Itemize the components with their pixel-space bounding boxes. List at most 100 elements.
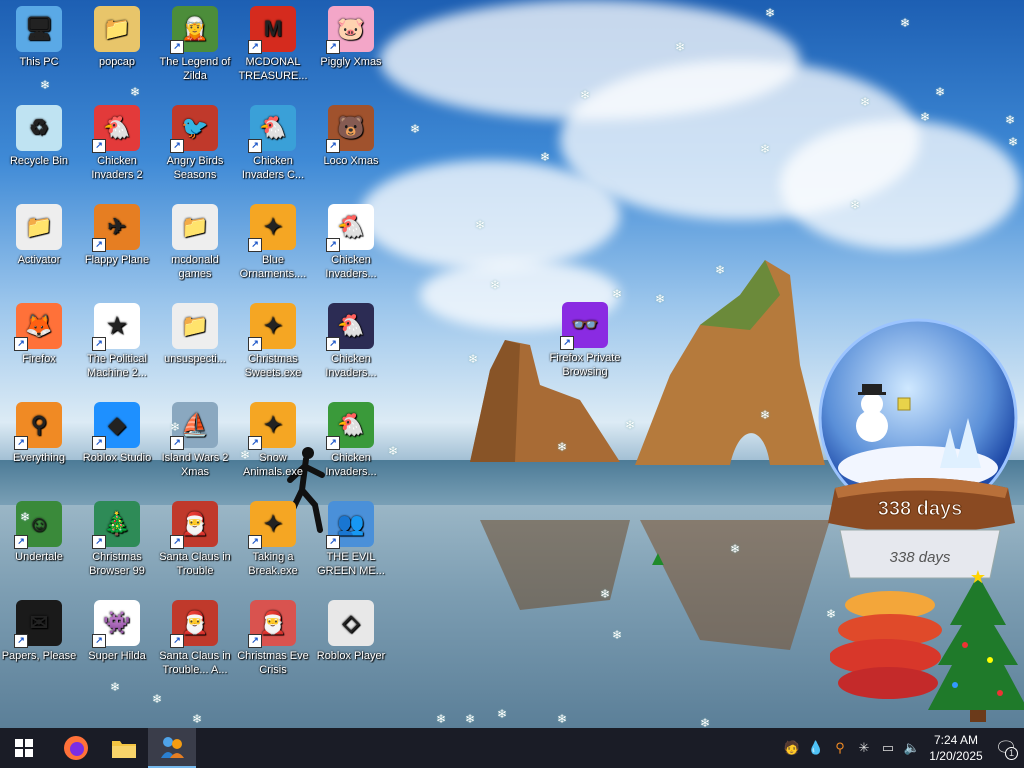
volume-muted-icon[interactable]: 🔈 [900, 728, 924, 768]
desktop-icon[interactable]: 📁 popcap [78, 0, 156, 96]
desktop-icon[interactable]: 👓 ↗ Firefox Private Browsing [546, 296, 624, 392]
desktop-icon[interactable]: ✉ ↗ Papers, Please [0, 594, 78, 690]
shortcut-arrow-icon: ↗ [326, 337, 340, 351]
shortcut-arrow-icon: ↗ [248, 337, 262, 351]
desktop-icon[interactable]: 🐦 ↗ Angry Birds Seasons [156, 99, 234, 195]
snowflake-icon: ❄ [612, 287, 623, 301]
snowflake-icon: ❄ [130, 85, 141, 99]
desktop-icon-label: unsuspecti... [164, 353, 226, 365]
desktop-icon-label: Roblox Studio [82, 452, 152, 464]
snowflake-icon: ❄ [40, 78, 51, 92]
notification-center-icon[interactable]: 🗨 1 [988, 728, 1024, 768]
tray-search-icon[interactable]: ⚲ [828, 728, 852, 768]
desktop-icon[interactable]: ⛵ ↗ Island Wars 2 Xmas [156, 396, 234, 492]
desktop-icon[interactable]: 📁 unsuspecti... [156, 297, 234, 393]
desktop-icon-label: Firefox [22, 353, 56, 365]
desktop[interactable]: 🖥 This PC 📁 popcap 🧝 ↗ The Legend of Zilda M ↗ MC… [0, 0, 1024, 728]
desktop-icon-label: Chicken Invaders 2 [91, 155, 143, 181]
cloud [360, 160, 620, 270]
desktop-icon[interactable]: ◇ Roblox Player [312, 594, 390, 690]
hilda-icon: 👾 ↗ [92, 600, 140, 648]
desktop-icon[interactable]: ✈ ↗ Flappy Plane [78, 198, 156, 294]
snowflake-icon: ❄ [192, 712, 203, 726]
desktop-icon[interactable]: 🐔 ↗ Chicken Invaders C... [234, 99, 312, 195]
tray-drop-icon[interactable]: 💧 [804, 728, 828, 768]
desktop-icon[interactable]: 🐔 ↗ Chicken Invaders 2 [78, 99, 156, 195]
firefox-private-icon: 👓 ↗ [560, 302, 608, 350]
desktop-icon[interactable]: 🐔 ↗ Chicken Invaders... [312, 297, 390, 393]
snowflake-icon: ❄ [468, 352, 479, 366]
shortcut-arrow-icon: ↗ [92, 634, 106, 648]
snowflake-icon: ❄ [465, 712, 476, 726]
rock-reflection [480, 520, 830, 650]
shortcut-arrow-icon: ↗ [326, 535, 340, 549]
desktop-icon[interactable]: ✦ ↗ Blue Ornaments.... [234, 198, 312, 294]
shortcut-arrow-icon: ↗ [14, 535, 28, 549]
desktop-icon[interactable]: M ↗ MCDONAL TREASURE... [234, 0, 312, 96]
desktop-icon-label: Christmas Browser 99 [89, 551, 145, 577]
desktop-icon-label: Firefox Private Browsing [549, 352, 621, 378]
snowflake-icon: ❄ [600, 587, 611, 601]
countdown-base-label: 338 days [890, 549, 951, 566]
desktop-icon[interactable]: ✦ ↗ Christmas Sweets.exe [234, 297, 312, 393]
desktop-icon[interactable]: 🐻 ↗ Loco Xmas [312, 99, 390, 195]
snowflake-icon: ❄ [826, 607, 837, 621]
desktop-icon[interactable]: 🐔 ↗ Chicken Invaders... [312, 198, 390, 294]
snowflake-icon: ❄ [920, 110, 931, 124]
tray-app-icon[interactable]: 🧑 [780, 728, 804, 768]
desktop-icon[interactable]: 🐷 ↗ Piggly Xmas [312, 0, 390, 96]
desktop-icon[interactable]: 🎅 ↗ Christmas Eve Crisis [234, 594, 312, 690]
snowflake-icon: ❄ [170, 420, 181, 434]
countdown-label: 338 days [878, 498, 963, 520]
political-icon: ★ ↗ [92, 303, 140, 351]
desktop-icon[interactable]: ✦ ↗ Snow Animals.exe [234, 396, 312, 492]
zilda-icon: 🧝 ↗ [170, 6, 218, 54]
desktop-icon[interactable]: 📁 mcdonald games [156, 198, 234, 294]
snowflake-icon: ❄ [410, 122, 421, 136]
chicken-icon: 🐔 ↗ [326, 402, 374, 450]
desktop-icon[interactable]: 🧝 ↗ The Legend of Zilda [156, 0, 234, 96]
snow-globe-widget[interactable]: 338 days 338 days [800, 318, 1024, 588]
desktop-icon[interactable]: 🎅 ↗ Santa Claus in Trouble... A... [156, 594, 234, 690]
desktop-icon-label: Roblox Player [316, 650, 386, 662]
desktop-icon-label: Recycle Bin [9, 155, 69, 167]
desktop-icon[interactable]: ☺ ↗ Undertale [0, 495, 78, 591]
snowflake-icon: ❄ [540, 150, 551, 164]
shortcut-arrow-icon: ↗ [170, 40, 184, 54]
firefox-icon [64, 736, 88, 760]
desktop-icon[interactable]: 👾 ↗ Super Hilda [78, 594, 156, 690]
start-button[interactable] [0, 728, 48, 768]
clock-date: 1/20/2025 [929, 749, 983, 763]
desktop-icon-label: Chicken Invaders... [325, 353, 377, 379]
santa-icon: 🎅 ↗ [248, 600, 296, 648]
windows-logo-icon [15, 739, 33, 757]
shortcut-arrow-icon: ↗ [248, 436, 262, 450]
desktop-icon[interactable]: 📁 Activator [0, 198, 78, 294]
desktop-icon[interactable]: 🐔 ↗ Chicken Invaders... [312, 396, 390, 492]
desktop-icon[interactable]: ★ ↗ The Political Machine 2... [78, 297, 156, 393]
desktop-icon[interactable]: ⚲ ↗ Everything [0, 396, 78, 492]
system-tray: 🧑 💧 ⚲ ✳ ▭ 🔈 7:24 AM 1/20/2025 🗨 1 [780, 728, 1024, 768]
snowflake-icon: ❄ [760, 408, 771, 422]
desktop-icon[interactable]: 🖥 This PC [0, 0, 78, 96]
desktop-icon[interactable]: ✦ ↗ Taking a Break.exe [234, 495, 312, 591]
desktop-icon[interactable]: ♻ Recycle Bin [0, 99, 78, 195]
tray-snowflake-icon[interactable]: ✳ [852, 728, 876, 768]
taskbar-people-app[interactable] [148, 728, 196, 768]
desktop-icon[interactable]: 🦊 ↗ Firefox [0, 297, 78, 393]
shortcut-arrow-icon: ↗ [248, 238, 262, 252]
desktop-icon[interactable]: ◆ ↗ Roblox Studio [78, 396, 156, 492]
snowflake-icon: ❄ [580, 88, 591, 102]
network-icon[interactable]: ▭ [876, 728, 900, 768]
chicken-icon: 🐔 ↗ [92, 105, 140, 153]
desktop-icon[interactable]: 👥 ↗ THE EVIL GREEN ME... [312, 495, 390, 591]
papers-please-icon: ✉ ↗ [14, 600, 62, 648]
taskbar-clock[interactable]: 7:24 AM 1/20/2025 [924, 732, 988, 764]
taskbar-file-explorer[interactable] [100, 728, 148, 768]
shortcut-arrow-icon: ↗ [248, 139, 262, 153]
chicken-icon: 🐔 ↗ [326, 204, 374, 252]
desktop-icon[interactable]: 🎅 ↗ Santa Claus in Trouble [156, 495, 234, 591]
snowflake-icon: ❄ [760, 142, 771, 156]
taskbar-firefox[interactable] [52, 728, 100, 768]
desktop-icon[interactable]: 🎄 ↗ Christmas Browser 99 [78, 495, 156, 591]
